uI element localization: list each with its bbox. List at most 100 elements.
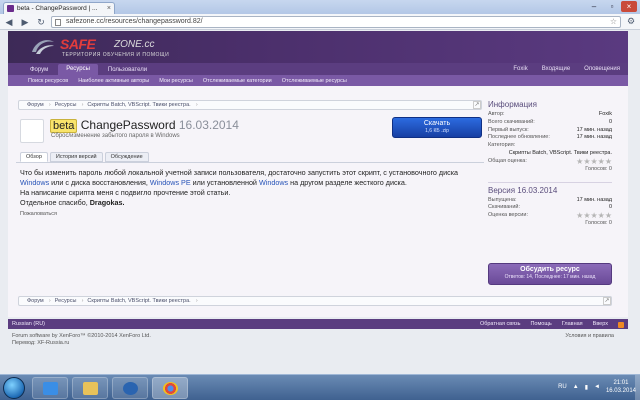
- subnav-watched-categories[interactable]: Отслеживаемые категории: [203, 78, 272, 84]
- wrench-icon[interactable]: ⚙: [625, 16, 637, 27]
- subnav-search-resources[interactable]: Поиск ресурсов: [28, 78, 68, 84]
- discuss-button[interactable]: Обсудить ресурс Ответов: 14, Последнее: …: [488, 263, 612, 285]
- breadcrumb-category[interactable]: Скрипты Batch, VBScript. Твики реестра.: [83, 102, 198, 108]
- resource-name: ChangePassword: [80, 118, 176, 132]
- address-bar[interactable]: safezone.cc/resources/changepassword.82/…: [51, 15, 621, 28]
- info-row: Автор: Foxik: [488, 111, 612, 119]
- footer-link-feedback[interactable]: Обратная связь: [480, 321, 521, 328]
- download-label: Скачать: [423, 120, 451, 127]
- prefix-badge[interactable]: beta: [50, 119, 78, 133]
- tab-version-history[interactable]: История версий: [49, 152, 103, 162]
- footer-link-top[interactable]: Вверх: [593, 321, 608, 328]
- bookmark-star-icon[interactable]: ☆: [610, 17, 617, 27]
- subnav-top-authors[interactable]: Наиболее активные авторы: [78, 78, 149, 84]
- info-key: Автор:: [488, 111, 505, 117]
- browser-tab[interactable]: beta - ChangePassword | ... ×: [3, 2, 115, 14]
- forward-icon[interactable]: ▶: [19, 16, 31, 28]
- footer-link-home[interactable]: Главная: [562, 321, 583, 328]
- download-size: 1,6 КБ .zip: [425, 128, 449, 134]
- body-line-3: На написание скрипта меня с подвигло про…: [20, 188, 231, 197]
- favicon-icon: [7, 5, 14, 12]
- download-button[interactable]: Скачать 1,6 КБ .zip: [392, 117, 482, 138]
- info-row: Первый выпуск: 17 мин. назад: [488, 127, 612, 135]
- browser-toolbar: ◀ ▶ ↻ safezone.cc/resources/changepasswo…: [0, 14, 640, 30]
- alerts-link[interactable]: Оповещения: [584, 66, 620, 72]
- system-tray: RU ▲ ▮ ◄ 21:01 16.03.2014: [558, 379, 636, 395]
- link-windows[interactable]: Windows: [20, 178, 49, 187]
- user-nav: Foxik Входящие Оповещения: [513, 66, 620, 72]
- taskbar-media[interactable]: [112, 377, 148, 399]
- breadcrumb-resources[interactable]: Ресурсы: [51, 298, 84, 304]
- info-key: Последнее обновление:: [488, 134, 550, 141]
- site-logo[interactable]: SAFE ZONE.cc ТЕРРИТОРИЯ ОБУЧЕНИЯ И ПОМОЩ…: [16, 34, 216, 60]
- breadcrumb-category[interactable]: Скрипты Batch, VBScript. Твики реестра.: [83, 298, 198, 304]
- footer-bar: Russian (RU) Обратная связь Помощь Главн…: [8, 319, 628, 329]
- tab-title: beta - ChangePassword | ...: [17, 5, 98, 12]
- info-value: 17 мин. назад: [576, 134, 612, 141]
- rating-label: Общая оценка:: [488, 157, 527, 164]
- copyright-text[interactable]: Forum software by XenForo™ ©2010-2014 Xe…: [12, 333, 151, 340]
- discuss-label: Обсудить ресурс: [520, 266, 580, 273]
- info-key: Первый выпуск:: [488, 126, 529, 133]
- body-text: или с диска восстановления,: [49, 178, 150, 187]
- body-text: Отдельное спасибо,: [20, 198, 90, 207]
- body-line-4: Отдельное спасибо, Dragokas.: [20, 198, 482, 208]
- breadcrumb-forum[interactable]: Форум: [23, 298, 51, 304]
- footer-link-help[interactable]: Помощь: [530, 321, 551, 328]
- user-link[interactable]: Foxik: [513, 66, 527, 72]
- translation-text[interactable]: Перевод: XF-Russia.ru: [12, 340, 151, 347]
- reload-icon[interactable]: ↻: [35, 16, 47, 28]
- inbox-link[interactable]: Входящие: [542, 66, 570, 72]
- subnav-my-resources[interactable]: Мои ресурсы: [159, 78, 193, 84]
- tab-overview[interactable]: Обзор: [20, 152, 48, 162]
- show-desktop-button[interactable]: [635, 375, 640, 400]
- rss-icon[interactable]: [618, 321, 624, 328]
- body-line-1: Что бы изменить пароль любой локальной у…: [20, 168, 459, 177]
- info-value: 17 мин. назад: [576, 126, 612, 133]
- clock-date: 16.03.2014: [605, 388, 636, 394]
- minimize-icon[interactable]: –: [586, 1, 602, 12]
- tray-arrow-icon[interactable]: ▲: [573, 384, 579, 390]
- start-button[interactable]: [3, 377, 25, 399]
- sub-nav: Поиск ресурсов Наиболее активные авторы …: [8, 75, 628, 86]
- thanks-name: Dragokas.: [89, 198, 125, 207]
- votes-row: Голосов: 0: [488, 166, 612, 174]
- taskbar-ie[interactable]: [32, 377, 68, 399]
- clock[interactable]: 21:01 16.03.2014: [606, 379, 636, 395]
- info-title: Информация: [488, 100, 537, 109]
- nav-tab-resources[interactable]: Ресурсы: [58, 64, 98, 75]
- clock-time: 21:01: [613, 380, 629, 386]
- info-row: Всего скачиваний: 0: [488, 119, 612, 127]
- tab-discussion[interactable]: Обсуждение: [104, 152, 149, 162]
- breadcrumb-resources[interactable]: Ресурсы: [51, 102, 84, 108]
- window-close-icon[interactable]: ×: [621, 1, 637, 12]
- language-chooser[interactable]: Russian (RU): [12, 321, 45, 327]
- nav-tab-forum[interactable]: Форум: [22, 65, 56, 75]
- breadcrumb-forum[interactable]: Форум: [23, 102, 51, 108]
- logo-name: SAFE: [60, 36, 96, 52]
- body-text: или установленной: [190, 178, 259, 187]
- subnav-watched-resources[interactable]: Отслеживаемые ресурсы: [282, 78, 347, 84]
- back-icon[interactable]: ◀: [3, 16, 15, 28]
- taskbar-chrome[interactable]: [152, 377, 188, 399]
- terms-link[interactable]: Условия и правила: [565, 333, 614, 339]
- version-rating-stars-icon[interactable]: ★★★★★: [576, 212, 612, 220]
- report-link[interactable]: Пожаловаться: [20, 211, 57, 217]
- taskbar-explorer[interactable]: [72, 377, 108, 399]
- language-indicator[interactable]: RU: [558, 384, 567, 390]
- volume-icon[interactable]: ◄: [594, 384, 600, 390]
- tab-close-icon[interactable]: ×: [107, 5, 111, 12]
- link-windows-pe[interactable]: Windows PE: [150, 178, 191, 187]
- maximize-icon[interactable]: ▫: [604, 1, 620, 12]
- breadcrumb-jump-icon[interactable]: ↗: [603, 297, 611, 305]
- rating-stars-icon[interactable]: ★★★★★: [576, 157, 612, 166]
- network-icon[interactable]: ▮: [585, 384, 588, 391]
- version-title: Версия 16.03.2014: [488, 185, 558, 195]
- breadcrumb: Форум Ресурсы Скрипты Batch, VBScript. Т…: [18, 100, 482, 110]
- breadcrumb-jump-icon[interactable]: ↗: [473, 101, 481, 109]
- nav-tab-users[interactable]: Пользователи: [100, 65, 155, 75]
- info-key: Категория:: [488, 142, 516, 149]
- info-author[interactable]: Foxik: [599, 111, 612, 119]
- site-header: SAFE ZONE.cc ТЕРРИТОРИЯ ОБУЧЕНИЯ И ПОМОЩ…: [8, 31, 628, 63]
- link-windows-2[interactable]: Windows: [259, 178, 288, 187]
